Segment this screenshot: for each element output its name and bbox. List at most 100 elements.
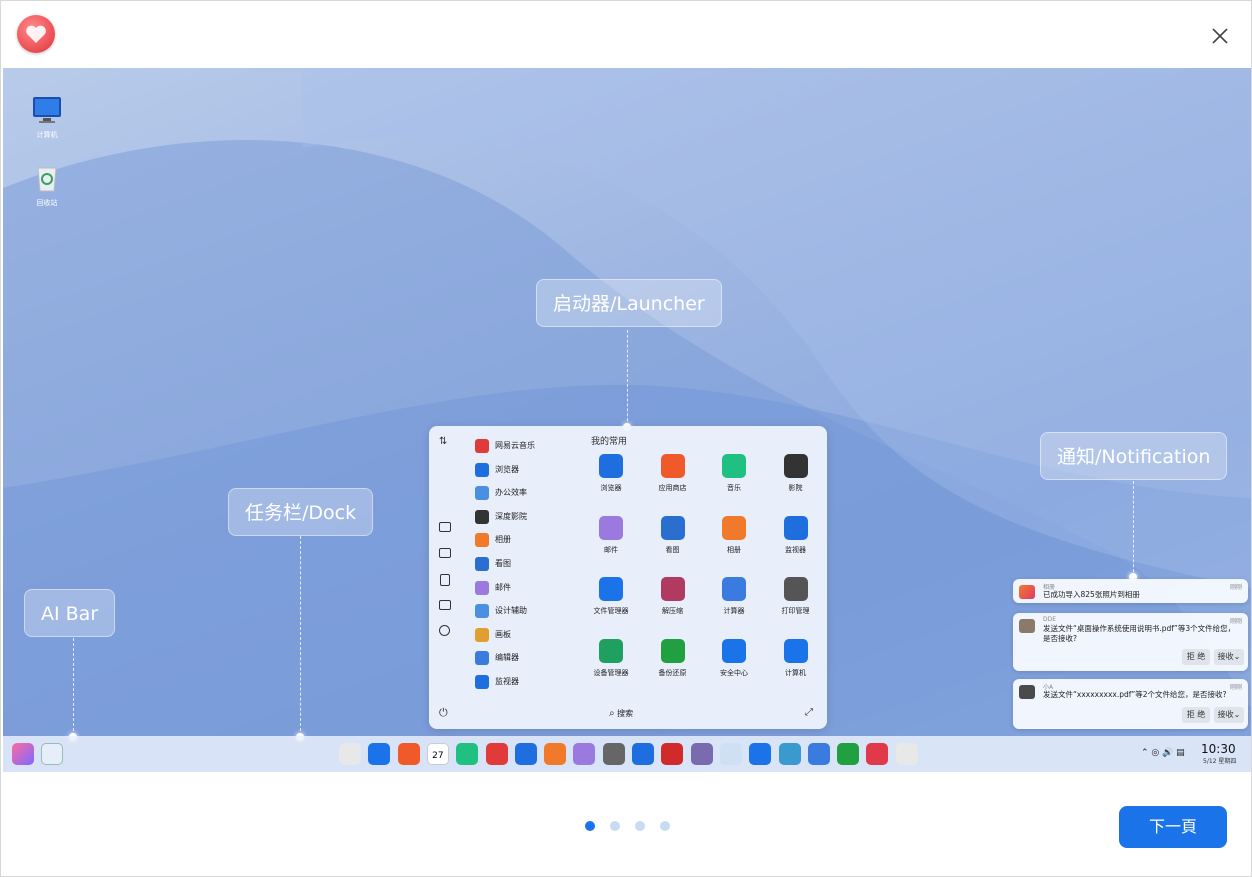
launcher-list-item[interactable]: 设计辅助 xyxy=(475,602,527,620)
accept-label: 接收 xyxy=(1217,652,1234,661)
app-label: 计算机 xyxy=(785,668,806,677)
launcher-list-item[interactable]: 办公效率 xyxy=(475,484,527,502)
launcher-list-item[interactable]: 看图 xyxy=(475,555,511,573)
app-label: 深度影院 xyxy=(495,511,527,521)
launcher-list-item[interactable]: 浏览器 xyxy=(475,461,519,479)
clock-time[interactable]: 10:30 xyxy=(1201,742,1236,756)
tray-icons[interactable]: ⌃ ◎ 🔊 ▤ xyxy=(1141,748,1185,758)
desktop-icon-computer[interactable]: 计算机 xyxy=(17,94,77,140)
favorite-app[interactable]: 监视器 xyxy=(766,515,826,555)
dock: 27 ⌃ ◎ 🔊 ▤ 10:30 5/12 星期四 xyxy=(3,736,1251,772)
favorite-app[interactable]: 打印管理 xyxy=(766,577,826,616)
dock-app-icon[interactable] xyxy=(456,743,479,765)
dock-app-icon[interactable] xyxy=(661,743,684,765)
dock-app-icon[interactable] xyxy=(397,743,420,765)
launcher-list-item[interactable]: 相册 xyxy=(475,531,511,549)
notification-card[interactable]: 相册 刚刚 已成功导入825张照片到相册 xyxy=(1013,579,1248,603)
page-dot-2[interactable] xyxy=(610,821,620,831)
dock-app-icon[interactable] xyxy=(602,743,625,765)
calendar-icon[interactable]: 27 xyxy=(426,743,449,765)
favorite-app[interactable]: 计算器 xyxy=(704,577,764,616)
app-icon xyxy=(783,515,808,540)
ai-search-icon[interactable] xyxy=(41,743,63,765)
notification-card[interactable]: DDE 刚刚 发送文件“桌面操作系统使用说明书.pdf”等3个文件给您，是否接收… xyxy=(1013,613,1248,671)
dock-app-icon[interactable] xyxy=(807,743,830,765)
callout-line xyxy=(627,330,628,426)
launcher-list-item[interactable]: 深度影院 xyxy=(475,508,527,526)
accept-button[interactable]: 接收⌄ xyxy=(1214,649,1244,665)
power-icon[interactable]: ⏻ xyxy=(439,706,448,720)
reject-button[interactable]: 拒 绝 xyxy=(1182,649,1210,665)
launcher-list-item[interactable]: 网易云音乐 xyxy=(475,437,535,455)
desktop-icon-trash[interactable]: 回收站 xyxy=(17,162,77,208)
dock-app-icon[interactable] xyxy=(719,743,742,765)
favorite-app[interactable]: 影院 xyxy=(766,454,826,493)
reject-button[interactable]: 拒 绝 xyxy=(1182,707,1210,723)
app-label: 画板 xyxy=(495,629,511,639)
app-label: 备份还原 xyxy=(658,668,687,677)
launcher-search[interactable]: ⌕ 搜索 xyxy=(609,708,633,719)
dock-app-icon[interactable] xyxy=(895,743,918,765)
notification-message: 发送文件“xxxxxxxxx.pdf”等2个文件给您，是否接收? xyxy=(1043,690,1227,699)
page-dot-4[interactable] xyxy=(660,821,670,831)
app-icon xyxy=(599,638,623,663)
dock-app-icon[interactable] xyxy=(485,743,508,765)
app-label: 相册 xyxy=(495,535,511,545)
app-icon xyxy=(783,454,808,478)
launcher-list-item[interactable]: 编辑器 xyxy=(475,649,519,667)
app-icon xyxy=(475,675,489,689)
launcher-list-item[interactable]: 监视器 xyxy=(475,673,519,691)
favorite-app[interactable]: 看图 xyxy=(643,515,703,555)
dock-app-icon[interactable] xyxy=(837,743,860,765)
favorite-app[interactable]: 文件管理器 xyxy=(581,577,641,616)
favorite-app[interactable]: 音乐 xyxy=(704,454,764,493)
dock-app-icon[interactable] xyxy=(632,743,654,765)
dock-app-icon[interactable] xyxy=(368,743,391,765)
favorite-app[interactable]: 安全中心 xyxy=(704,638,764,678)
desktop-icon-label: 计算机 xyxy=(36,131,58,139)
dock-app-icon[interactable] xyxy=(690,743,713,765)
dock-app-icon[interactable] xyxy=(514,743,537,765)
sort-icon[interactable]: ⇅ xyxy=(439,436,447,447)
app-label: 浏览器 xyxy=(495,464,519,474)
app-icon xyxy=(599,515,623,540)
image-category-icon[interactable] xyxy=(439,548,451,558)
app-icon xyxy=(660,638,685,663)
favorite-app[interactable]: 备份还原 xyxy=(643,638,703,678)
expand-icon[interactable]: ⤢ xyxy=(805,707,813,718)
page-dot-1[interactable] xyxy=(585,821,595,831)
accept-label: 接收 xyxy=(1217,710,1234,719)
favorite-app[interactable]: 计算机 xyxy=(766,638,826,678)
document-category-icon[interactable] xyxy=(440,574,450,586)
launcher-list-item[interactable]: 邮件 xyxy=(475,579,511,597)
video-category-icon[interactable] xyxy=(439,600,451,610)
page-dot-3[interactable] xyxy=(635,821,645,831)
desktop-category-icon[interactable] xyxy=(439,522,451,532)
avatar xyxy=(1019,619,1035,633)
app-icon xyxy=(475,651,489,666)
launcher-list-item[interactable]: 画板 xyxy=(475,626,511,644)
notification-card[interactable]: 小A 刚刚 发送文件“xxxxxxxxx.pdf”等2个文件给您，是否接收? 拒… xyxy=(1013,679,1248,729)
favorite-app[interactable]: 应用商店 xyxy=(643,454,703,493)
dock-app-icon[interactable] xyxy=(544,743,567,765)
app-icon xyxy=(599,454,623,478)
music-category-icon[interactable] xyxy=(439,625,450,636)
close-icon[interactable] xyxy=(1207,23,1233,49)
dock-app-icon[interactable] xyxy=(749,743,772,765)
callout-line xyxy=(1133,481,1134,577)
dock-app-icon[interactable] xyxy=(573,743,596,765)
app-icon xyxy=(722,638,746,663)
next-button[interactable]: 下一頁 xyxy=(1119,806,1227,848)
favorite-app[interactable]: 相册 xyxy=(704,515,764,555)
accept-button[interactable]: 接收⌄ xyxy=(1214,707,1244,723)
dock-app-icon[interactable] xyxy=(339,743,361,765)
dock-app-icon[interactable] xyxy=(778,743,801,765)
app-label: 解压缩 xyxy=(662,607,683,615)
favorite-app[interactable]: 设备管理器 xyxy=(581,638,641,678)
ai-bar-icon[interactable] xyxy=(12,743,34,765)
dock-app-icon[interactable] xyxy=(866,743,889,765)
favorite-app[interactable]: 邮件 xyxy=(581,515,641,555)
favorite-app[interactable]: 解压缩 xyxy=(643,577,703,616)
favorite-app[interactable]: 浏览器 xyxy=(581,454,641,493)
app-label: 影院 xyxy=(788,484,803,492)
